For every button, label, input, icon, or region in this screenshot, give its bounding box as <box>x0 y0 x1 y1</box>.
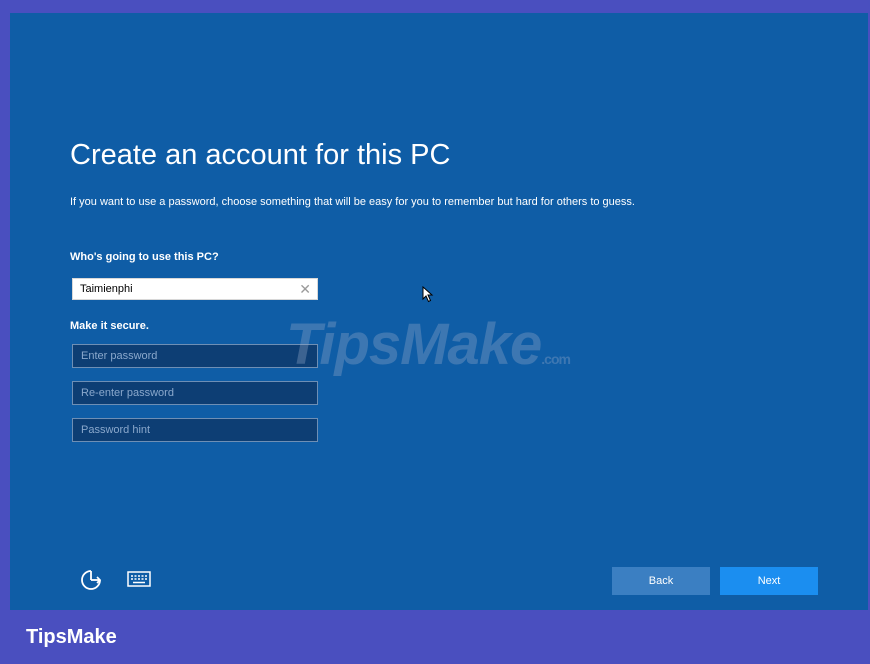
username-input[interactable] <box>73 279 295 299</box>
brand-frame: Create an account for this PC If you wan… <box>0 0 870 664</box>
password-hint-field[interactable] <box>72 418 318 442</box>
next-button[interactable]: Next <box>720 567 818 595</box>
ease-of-access-icon[interactable] <box>78 567 104 593</box>
page-title: Create an account for this PC <box>70 139 451 171</box>
reenter-password-input[interactable] <box>73 382 311 404</box>
secure-label: Make it secure. <box>70 320 149 332</box>
reenter-password-field[interactable] <box>72 381 318 405</box>
username-field[interactable]: ✕ <box>72 278 318 300</box>
watermark: TipsMake.com <box>286 311 571 378</box>
setup-screen: Create an account for this PC If you wan… <box>10 13 868 610</box>
password-input[interactable] <box>73 345 311 367</box>
password-field[interactable] <box>72 344 318 368</box>
clear-icon[interactable]: ✕ <box>299 281 311 297</box>
watermark-domain: .com <box>541 351 571 367</box>
keyboard-icon[interactable] <box>127 571 151 587</box>
brand-label: TipsMake <box>26 626 117 648</box>
page-description: If you want to use a password, choose so… <box>70 196 635 208</box>
mouse-cursor-icon <box>422 286 434 303</box>
watermark-text: TipsMake <box>286 312 542 377</box>
password-hint-input[interactable] <box>73 419 311 441</box>
user-label: Who's going to use this PC? <box>70 251 219 263</box>
back-button[interactable]: Back <box>612 567 710 595</box>
